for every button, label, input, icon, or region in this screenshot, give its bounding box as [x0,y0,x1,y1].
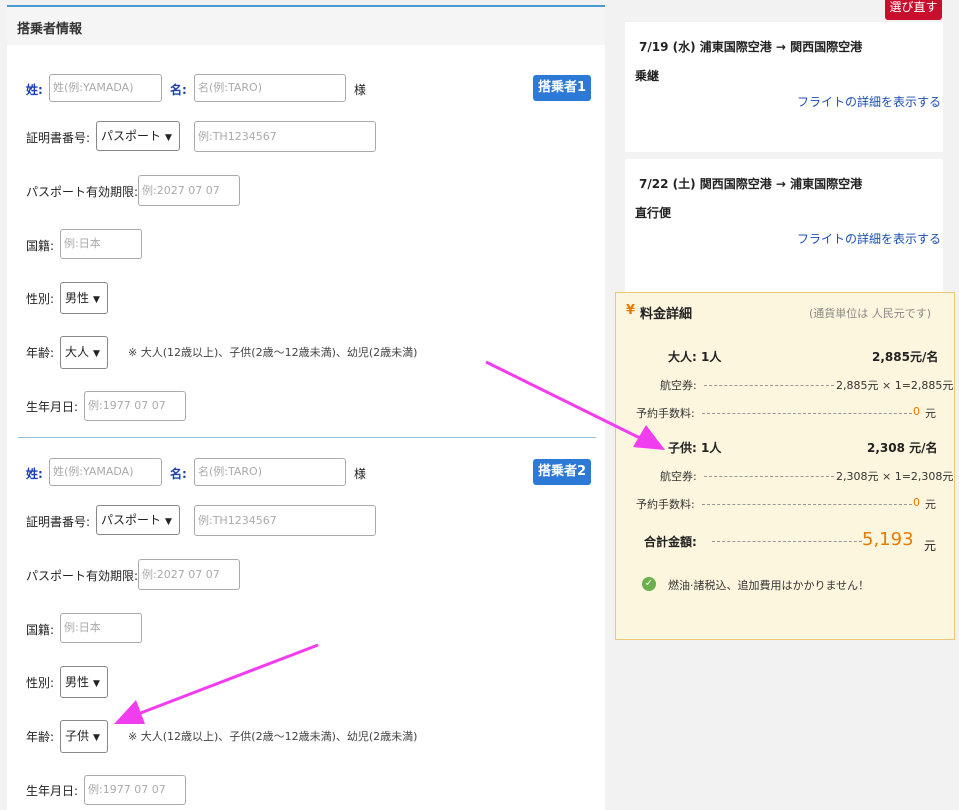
total-label: 合計金額: [644,535,697,549]
age-label: 年齢: [26,730,55,744]
currency-note: (通貨単位は 人民元です) [809,307,932,320]
first-name-input[interactable]: 名(例:TARO) [194,458,346,486]
child-count: 子供: 1人 [668,441,722,455]
total-unit: 元 [924,539,937,553]
child-fee-value: 0 [913,496,920,509]
leader-dots [704,385,834,386]
adult-count: 大人: 1人 [668,350,722,364]
nationality-label: 国籍: [26,623,55,637]
gender-select[interactable]: 男性 ▼ [60,666,108,698]
last-name-input[interactable]: 姓(例:YAMADA) [49,458,162,486]
id-type-select[interactable]: パスポート ▼ [96,505,180,535]
child-unit-price: 2,308 元/名 [867,441,938,455]
adult-fee-unit: 元 [925,407,936,420]
birthdate-label: 生年月日: [26,784,79,798]
child-fee-label: 予約手数料: [636,498,695,511]
caret-down-icon: ▼ [93,733,100,743]
flight-card-return: 7/22 (土) 関西国際空港 → 浦東国際空港 直行便 フライトの詳細を表示す… [625,159,943,292]
reselect-button[interactable]: 選び直す [885,0,942,20]
adult-unit-price: 2,885元/名 [872,350,939,364]
child-fare-calc: 2,308元 × 1=2,308元 [836,470,954,483]
flight-route: 7/19 (水) 浦東国際空港 → 関西国際空港 [639,40,863,54]
child-fee-unit: 元 [925,498,936,511]
age-value: 子供 [65,729,90,743]
birthdate-input[interactable]: 例:1977 07 07 [84,775,186,805]
id-number-label: 証明書番号: [26,515,91,529]
flight-type: 直行便 [635,206,672,220]
gender-label: 性別: [26,676,55,690]
adult-fare-label: 航空券: [660,379,697,392]
flight-route: 7/22 (土) 関西国際空港 → 浦東国際空港 [639,177,863,191]
leader-dots [704,476,834,477]
leader-dots [712,541,862,542]
flight-type: 乗継 [635,69,660,83]
passport-expiry-label: パスポート有効期限: [26,569,139,583]
total-value: 5,193 [862,529,914,550]
id-type-value: パスポート [101,513,162,527]
passenger-badge: 搭乗者2 [533,459,592,485]
flight-details-link[interactable]: フライトの詳細を表示する [797,93,941,110]
adult-fare-calc: 2,885元 × 1=2,885元 [836,379,954,392]
age-note: ※ 大人(12歳以上)、子供(2歳～12歳未満)、幼児(2歳未満) [128,730,418,743]
passenger-block-2: 姓: 姓(例:YAMADA) 名: 名(例:TARO) 様 搭乗者2 証明書番号… [0,0,607,808]
included-note: 燃油·諸税込、追加費用はかかりません！ [668,579,870,592]
flight-details-link[interactable]: フライトの詳細を表示する [797,230,941,247]
price-details-box: ¥ 料金詳細 (通貨単位は 人民元です) 大人: 1人 2,885元/名 航空券… [615,292,955,640]
leader-dots [702,504,912,505]
price-title: 料金詳細 [640,307,693,322]
caret-down-icon: ▼ [93,679,100,689]
yen-icon: ¥ [626,303,636,318]
id-number-input[interactable]: 例:TH1234567 [194,505,376,536]
honorific: 様 [354,467,367,481]
nationality-input[interactable]: 例:日本 [60,613,142,643]
last-name-label: 姓: [26,467,43,481]
passport-expiry-input[interactable]: 例:2027 07 07 [138,559,240,590]
adult-fee-label: 予約手数料: [636,407,695,420]
flight-card-outbound: 7/19 (水) 浦東国際空港 → 関西国際空港 乗継 フライトの詳細を表示する [625,22,943,152]
caret-down-icon: ▼ [165,517,172,527]
adult-fee-value: 0 [913,405,920,418]
leader-dots [702,413,912,414]
gender-value: 男性 [65,675,90,689]
first-name-label: 名: [170,467,187,481]
age-select[interactable]: 子供 ▼ [60,720,108,753]
check-icon: ✓ [642,577,656,591]
child-fare-label: 航空券: [660,470,697,483]
